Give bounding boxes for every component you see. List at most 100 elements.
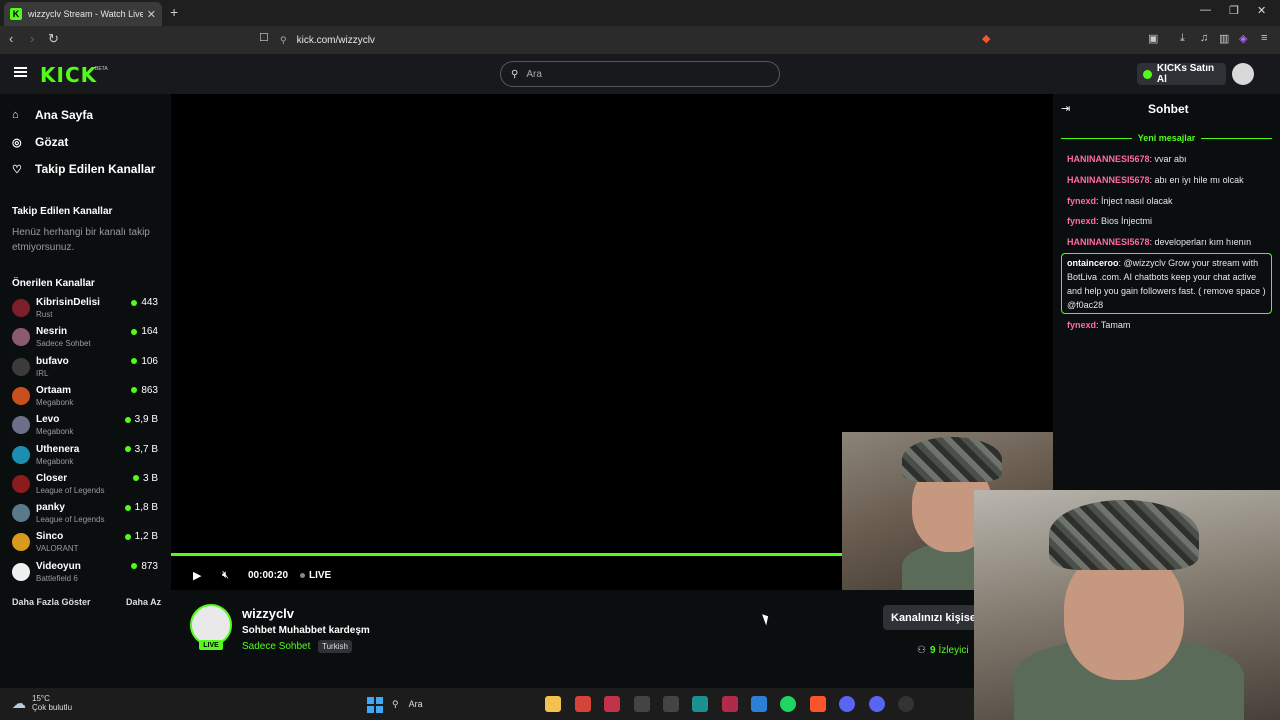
brave-icon[interactable] <box>810 696 826 712</box>
nav-home[interactable]: ⌂ Ana Sayfa <box>12 108 93 122</box>
channel-category: Battlefield 6 <box>36 573 78 583</box>
channel-avatar-icon <box>12 416 30 435</box>
restore-icon[interactable]: ❐ <box>1229 4 1239 17</box>
vscode-icon[interactable] <box>751 696 767 712</box>
app-icon-6[interactable] <box>722 696 738 712</box>
taskbar-search[interactable]: ⚲ Ara <box>392 694 542 714</box>
tab-search-icon[interactable]: ▣ <box>1148 32 1158 45</box>
app-icon-2[interactable] <box>604 696 620 712</box>
customize-channel-button[interactable]: Kanalınızı kişise <box>883 605 974 630</box>
forward-icon[interactable]: › <box>30 31 34 46</box>
discord-icon-2[interactable] <box>869 696 885 712</box>
channel-viewer-count: 3 B <box>142 472 158 484</box>
chat-username[interactable]: HANINANNESI5678 <box>1067 154 1150 164</box>
nav-browse[interactable]: ◎ Gözat <box>12 135 68 149</box>
channel-name: bufavo <box>36 355 69 367</box>
recommended-channel-item[interactable]: Closer League of Legends 3 B <box>12 473 162 501</box>
spotify-icon[interactable] <box>780 696 796 712</box>
play-icon[interactable]: ▶ <box>193 569 201 582</box>
channel-name[interactable]: wizzyclv <box>242 606 294 621</box>
discord-icon[interactable] <box>839 696 855 712</box>
channel-category: Megabonk <box>36 427 74 437</box>
language-tag[interactable]: Turkish <box>318 640 352 653</box>
back-icon[interactable]: ‹ <box>9 31 13 46</box>
chat-message[interactable]: fynexd: İnject nasıl olacak <box>1067 194 1271 208</box>
recommended-channel-item[interactable]: Ortaam Megabonk 863 <box>12 385 162 413</box>
mute-icon[interactable]: 🔇︎ <box>222 569 229 582</box>
site-info-icon[interactable]: ⚲ <box>280 35 287 46</box>
new-tab-icon[interactable]: + <box>170 4 178 20</box>
collapse-chat-icon[interactable]: ⇥ <box>1061 102 1070 115</box>
buy-kicks-button[interactable]: KICKs Satın Al <box>1137 63 1226 85</box>
address-bar[interactable]: ⚲ kick.com/wizzyclv <box>280 30 970 50</box>
recommended-channel-item[interactable]: panky League of Legends 1,8 B <box>12 502 162 530</box>
download-icon[interactable]: ⤓ <box>1180 32 1185 45</box>
chat-message[interactable]: HANINANNESI5678: developerları kım hıenı… <box>1067 235 1271 249</box>
menu-icon[interactable]: ≡ <box>1261 32 1267 44</box>
new-messages-label: Yeni mesajlar <box>1137 133 1196 143</box>
user-avatar[interactable] <box>1232 63 1254 85</box>
app-icon-1[interactable] <box>575 696 591 712</box>
sidebar-toggle-icon[interactable]: ▥ <box>1219 32 1229 45</box>
close-tab-icon[interactable]: ✕ <box>147 8 156 21</box>
chat-text: : İnject nasıl olacak <box>1096 196 1173 206</box>
app-icon-7[interactable] <box>898 696 914 712</box>
chat-message[interactable]: HANINANNESI5678: vvar abı <box>1067 152 1271 166</box>
bookmark-icon[interactable]: ☐ <box>259 31 269 44</box>
chat-username[interactable]: HANINANNESI5678 <box>1067 237 1150 247</box>
app-icon-3[interactable] <box>634 696 650 712</box>
channel-name: KibrisinDelisi <box>36 297 100 308</box>
beta-badge: BETA <box>95 66 108 72</box>
browser-tab[interactable]: K wizzyclv Stream - Watch Live on Kick ✕ <box>4 2 162 26</box>
recommended-channel-item[interactable]: Nesrin Sadece Sohbet 164 <box>12 326 162 354</box>
kicks-coin-icon <box>1143 69 1152 79</box>
kick-logo[interactable]: KICK <box>40 63 97 87</box>
channel-viewers: 443 <box>131 297 158 308</box>
show-less-link[interactable]: Daha Az <box>126 597 161 607</box>
channel-name: panky <box>36 502 65 514</box>
chat-message[interactable]: ontainceroo: @wizzyclv Grow your stream … <box>1067 256 1271 312</box>
menu-toggle-icon[interactable] <box>14 67 27 77</box>
windows-start-icon[interactable] <box>367 697 383 713</box>
weather-widget[interactable]: ☁ 15°C Çok bulutlu <box>12 694 72 712</box>
chat-username[interactable]: HANINANNESI5678 <box>1067 175 1150 185</box>
minimize-icon[interactable]: — <box>1200 4 1211 16</box>
chat-message[interactable]: fynexd: Bios İnjectmi <box>1067 214 1271 228</box>
extension-icon[interactable]: ◈ <box>1239 32 1247 45</box>
recommended-channel-item[interactable]: KibrisinDelisi Rust 443 <box>12 297 162 325</box>
recommended-channel-item[interactable]: Uthenera Megabonk 3,7 B <box>12 444 162 472</box>
chat-username[interactable]: fynexd <box>1067 216 1096 226</box>
chat-message[interactable]: fynexd: Tamam <box>1067 318 1271 332</box>
channel-avatar-icon <box>12 533 30 552</box>
chat-username[interactable]: fynexd <box>1067 196 1096 206</box>
chat-username[interactable]: fynexd <box>1067 320 1096 330</box>
live-indicator[interactable]: LIVE <box>300 570 331 581</box>
app-icon-5[interactable] <box>692 696 708 712</box>
search-input[interactable]: ⚲ Ara <box>500 61 780 87</box>
recommended-channel-item[interactable]: Levo Megabonk 3,9 B <box>12 414 162 442</box>
channel-viewers: 3,7 B <box>124 444 158 455</box>
channel-viewers: 3,9 B <box>124 414 158 425</box>
channel-name: Nesrin <box>36 326 68 338</box>
taskbar-search-label: Ara <box>408 699 423 709</box>
reload-icon[interactable]: ↻ <box>48 31 59 47</box>
channel-name: Sinco <box>36 531 64 543</box>
viewers-icon: ⚇ <box>917 645 926 656</box>
file-explorer-icon[interactable] <box>545 696 561 712</box>
stream-category-link[interactable]: Sadece Sohbet <box>242 641 310 652</box>
site-header: KICK BETA ⚲ Ara KICKs Satın Al <box>0 54 1280 94</box>
recommended-channel-item[interactable]: Videoyun Battlefield 6 873 <box>12 561 162 589</box>
chat-message[interactable]: HANINANNESI5678: abı en iyı hile mı olca… <box>1067 173 1271 187</box>
close-window-icon[interactable]: ✕ <box>1257 4 1266 17</box>
nav-following[interactable]: ♡ Takip Edilen Kanallar <box>12 162 155 176</box>
recommended-channel-item[interactable]: bufavo IRL 106 <box>12 356 162 384</box>
browser-nav-bar: ‹ › ↻ ☐ ⚲ kick.com/wizzyclv ◆ ▣ ⤓ ♫ ▥ ◈ … <box>0 26 1280 54</box>
chat-username[interactable]: ontainceroo <box>1067 258 1119 268</box>
app-icon-4[interactable] <box>663 696 679 712</box>
brave-shield-icon[interactable]: ◆ <box>982 32 990 45</box>
channel-viewer-count: 443 <box>141 297 158 308</box>
recommended-channel-item[interactable]: Sinco VALORANT 1,2 B <box>12 531 162 559</box>
media-icon[interactable]: ♫ <box>1200 32 1208 44</box>
show-more-link[interactable]: Daha Fazla Göster <box>12 597 91 607</box>
channel-category: Sadece Sohbet <box>36 339 91 349</box>
